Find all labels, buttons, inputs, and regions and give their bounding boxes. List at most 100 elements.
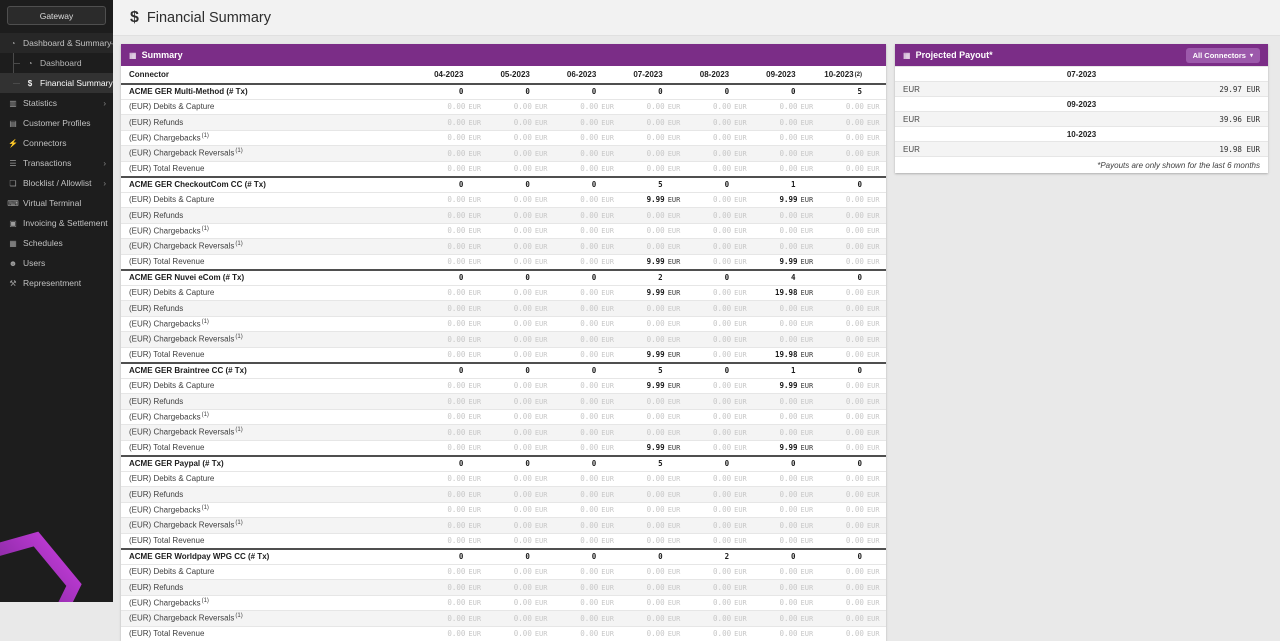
money-cell: 0.00EUR [687,474,753,483]
money-cell: 0.00EUR [753,490,819,499]
money-cell: 0.00EUR [687,521,753,530]
tx-count-cell: 0 [554,366,620,375]
row-label: (EUR) Refunds [121,118,421,127]
sidebar-item-representment[interactable]: ⚒Representment [0,273,113,293]
tx-count-cell: 0 [421,87,487,96]
money-cell: 0.00EUR [687,350,753,359]
tx-count-cell: 4 [753,273,819,282]
sidebar-item-connectors[interactable]: ⚡Connectors [0,133,113,153]
money-cell: 0.00EUR [421,288,487,297]
sidebar-item-label: Statistics [23,98,57,108]
money-cell: 0.00EUR [421,583,487,592]
money-cell: 0.00EUR [554,242,620,251]
dashboard-icon: ◔ [24,59,36,68]
money-cell: 0.00EUR [620,567,686,576]
wrench-icon: ⚒ [7,279,19,288]
money-cell: 0.00EUR [554,350,620,359]
connector-group-name: ACME GER Multi-Method (# Tx) [121,87,421,96]
money-cell: 0.00EUR [487,490,553,499]
money-cell: 0.00EUR [487,288,553,297]
tx-count-cell: 0 [753,87,819,96]
money-cell: 19.98EUR [753,350,819,359]
money-cell: 0.00EUR [620,614,686,623]
month-column-header: 09-2023 [753,70,819,79]
payout-value-row: EUR39.96 EUR [895,111,1268,126]
tx-count-cell: 0 [421,552,487,561]
sidebar-item-users[interactable]: ☻Users [0,253,113,273]
money-cell: 0.00EUR [687,490,753,499]
sidebar-item-blocklist-allowlist[interactable]: ❏Blocklist / Allowlist› [0,173,113,193]
tx-count-cell: 2 [620,273,686,282]
money-cell: 9.99EUR [620,443,686,452]
sidebar-item-customer-profiles[interactable]: ▤Customer Profiles [0,113,113,133]
keyboard-icon: ⌨ [7,199,19,208]
tx-count-cell: 1 [753,180,819,189]
connector-group-header-row: ACME GER CheckoutCom CC (# Tx)0005010 [121,176,886,192]
money-cell: 0.00EUR [620,505,686,514]
money-cell: 0.00EUR [620,211,686,220]
connector-group-header-row: ACME GER Worldpay WPG CC (# Tx)0000200 [121,548,886,564]
money-cell: 0.00EUR [753,521,819,530]
row-label: (EUR) Chargeback Reversals(1) [121,334,421,344]
money-cell: 0.00EUR [687,412,753,421]
money-cell: 0.00EUR [820,257,886,266]
sidebar-item-financial-summary[interactable]: $Financial Summary [0,73,113,93]
row-label: (EUR) Chargebacks(1) [121,505,421,515]
money-cell: 0.00EUR [753,567,819,576]
plug-icon: ⚡ [7,139,19,148]
money-cell: 0.00EUR [820,350,886,359]
money-cell: 0.00EUR [753,428,819,437]
sidebar-item-invoicing-settlement[interactable]: ▣Invoicing & Settlement [0,213,113,233]
tx-count-cell: 0 [820,459,886,468]
sidebar-item-statistics[interactable]: ▥Statistics› [0,93,113,113]
tx-count-cell: 0 [687,366,753,375]
money-cell: 0.00EUR [620,397,686,406]
money-cell: 0.00EUR [554,505,620,514]
sidebar-item-virtual-terminal[interactable]: ⌨Virtual Terminal [0,193,113,213]
money-cell: 0.00EUR [421,614,487,623]
calendar-icon: ▦ [7,239,19,248]
table-row: (EUR) Refunds0.00EUR0.00EUR0.00EUR0.00EU… [121,579,886,595]
money-cell: 0.00EUR [554,443,620,452]
tx-count-cell: 5 [620,459,686,468]
connector-group-name: ACME GER Worldpay WPG CC (# Tx) [121,552,421,561]
money-cell: 0.00EUR [753,474,819,483]
money-cell: 0.00EUR [554,335,620,344]
money-cell: 0.00EUR [620,629,686,638]
money-cell: 0.00EUR [620,335,686,344]
row-label: (EUR) Chargebacks(1) [121,226,421,236]
tx-count-cell: 0 [753,459,819,468]
money-cell: 0.00EUR [421,319,487,328]
money-cell: 0.00EUR [753,583,819,592]
money-cell: 0.00EUR [554,567,620,576]
table-row: (EUR) Total Revenue0.00EUR0.00EUR0.00EUR… [121,347,886,363]
money-cell: 0.00EUR [421,428,487,437]
sidebar-item-schedules[interactable]: ▦Schedules [0,233,113,253]
tx-count-cell: 0 [687,180,753,189]
row-label: (EUR) Chargebacks(1) [121,598,421,608]
money-cell: 0.00EUR [753,335,819,344]
money-cell: 0.00EUR [820,102,886,111]
money-cell: 0.00EUR [620,428,686,437]
tx-count-cell: 0 [687,87,753,96]
all-connectors-dropdown[interactable]: All Connectors ▾ [1186,48,1260,63]
sidebar-item-dashboard[interactable]: ◔Dashboard [0,53,113,73]
tx-count-cell: 0 [687,273,753,282]
tx-count-cell: 0 [421,273,487,282]
money-cell: 0.00EUR [421,443,487,452]
money-cell: 9.99EUR [620,350,686,359]
money-cell: 0.00EUR [687,443,753,452]
table-row: (EUR) Debits & Capture0.00EUR0.00EUR0.00… [121,285,886,301]
month-column-header: 06-2023 [554,70,620,79]
money-cell: 0.00EUR [421,164,487,173]
money-cell: 0.00EUR [753,304,819,313]
money-cell: 0.00EUR [487,226,553,235]
money-cell: 0.00EUR [554,257,620,266]
money-cell: 0.00EUR [421,412,487,421]
row-label: (EUR) Total Revenue [121,257,421,266]
sidebar-item-label: Invoicing & Settlement [23,218,108,228]
money-cell: 0.00EUR [421,149,487,158]
gateway-button[interactable]: Gateway [7,6,106,25]
sidebar-item-transactions[interactable]: ☰Transactions› [0,153,113,173]
sidebar-item-dashboard-summary[interactable]: ◔Dashboard & Summary› [0,33,113,53]
